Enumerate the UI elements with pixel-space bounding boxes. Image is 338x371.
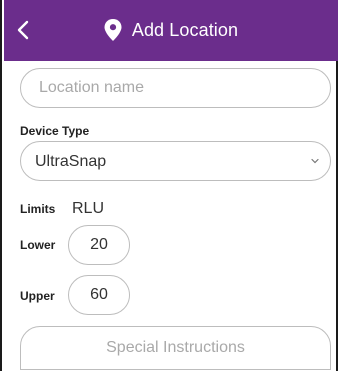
chevron-down-icon <box>311 158 319 164</box>
lower-limit-input[interactable]: 20 <box>68 225 130 265</box>
upper-label: Upper <box>20 289 55 303</box>
device-type-value: UltraSnap <box>35 153 107 170</box>
device-type-select[interactable]: UltraSnap <box>20 141 331 181</box>
location-name-field[interactable] <box>20 68 331 108</box>
header-title-group: Add Location <box>4 0 338 61</box>
limits-unit: RLU <box>72 200 105 217</box>
upper-limit-input[interactable]: 60 <box>68 275 130 315</box>
lower-label: Lower <box>20 238 56 252</box>
special-instructions-field[interactable]: Special Instructions <box>20 326 331 370</box>
page-title: Add Location <box>131 20 239 40</box>
app-frame: Add Location Device Type UltraSnap Limit… <box>0 0 338 371</box>
device-type-label: Device Type <box>20 124 90 138</box>
limits-label: Limits <box>20 202 56 216</box>
map-pin-icon <box>104 18 122 41</box>
location-name-input[interactable] <box>21 69 330 107</box>
app-header: Add Location <box>4 0 338 61</box>
